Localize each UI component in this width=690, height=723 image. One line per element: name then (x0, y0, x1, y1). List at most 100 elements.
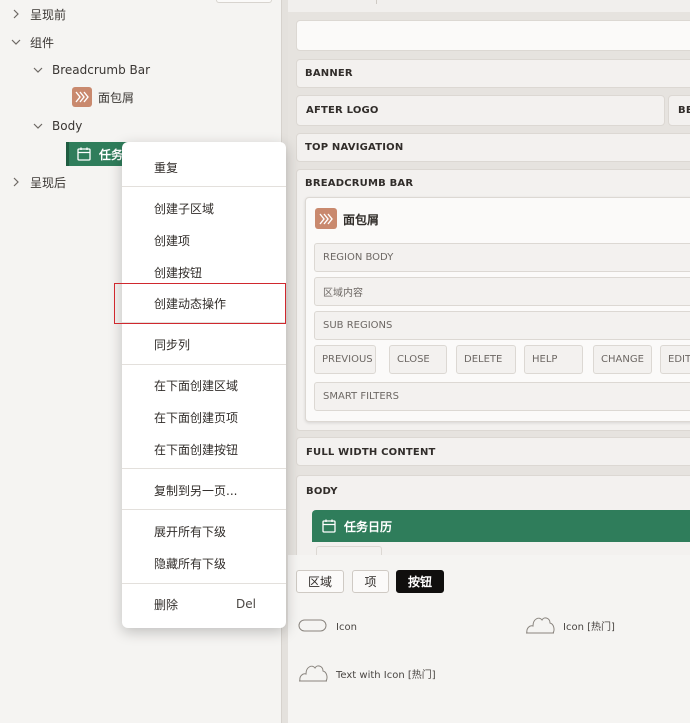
tree-node-label: Breadcrumb Bar (52, 63, 151, 77)
tree-node-label: 面包屑 (98, 90, 135, 105)
slot-label: REGION BODY (323, 252, 394, 263)
menu-item-label: 创建子区域 (154, 201, 215, 216)
slot-label: CLOSE (397, 354, 430, 365)
menu-item-label: 删除 (154, 597, 179, 612)
region-content-slot[interactable]: 区域内容 (314, 277, 690, 306)
slot-label: EDIT (668, 354, 690, 365)
region-banner[interactable]: BANNER (296, 59, 690, 88)
region-full-width-content[interactable]: FULL WIDTH CONTENT (296, 437, 690, 466)
tree-node-label: 呈现前 (30, 7, 67, 22)
button-slot-change[interactable]: CHANGE (593, 345, 652, 374)
region-title: BREADCRUMB BAR (305, 178, 414, 189)
tree-node-breadcrumb-region[interactable]: 面包屑 (72, 86, 134, 108)
canvas-top-bar[interactable] (296, 20, 690, 51)
region-before-navigation[interactable]: BEF (668, 95, 690, 126)
menu-item-create-page-item-below[interactable]: 在下面创建页项 (122, 402, 286, 432)
menu-item-delete[interactable]: 删除 Del (122, 589, 286, 619)
menu-divider (122, 186, 286, 187)
task-calendar-slot[interactable] (316, 546, 382, 555)
button-slot-help[interactable]: HELP (524, 345, 583, 374)
menu-divider (122, 364, 286, 365)
calendar-icon (75, 145, 93, 163)
menu-item-label: 隐藏所有下级 (154, 556, 227, 571)
menu-item-label: 同步列 (154, 337, 191, 352)
smart-filters-slot[interactable]: SMART FILTERS (314, 382, 690, 411)
tree-node-breadcrumb-bar[interactable]: Breadcrumb Bar (32, 59, 150, 81)
menu-item-copy-to-another-page[interactable]: 复制到另一页... (122, 475, 286, 505)
region-title: BEF (678, 105, 690, 116)
slot-label: SMART FILTERS (323, 391, 399, 402)
tree-node-label: 呈现后 (30, 175, 67, 190)
tree-node-label: Body (52, 119, 83, 133)
tab-label: 按钮 (407, 575, 432, 589)
slot-label: 区域内容 (323, 288, 363, 299)
context-menu: 重复 创建子区域 创建项 创建按钮 创建动态操作 同步列 在下面创建区域 在下面… (122, 142, 286, 628)
chevron-down-icon[interactable] (32, 120, 44, 132)
menu-item-create-sub-region[interactable]: 创建子区域 (122, 193, 286, 223)
tree-node-components[interactable]: 组件 (10, 31, 54, 53)
button-slot-previous[interactable]: PREVIOUS (314, 345, 376, 374)
menu-item-label: 在下面创建按钮 (154, 442, 239, 457)
menu-item-label: 展开所有下级 (154, 524, 227, 539)
task-calendar-region[interactable]: 任务日历 (312, 510, 690, 542)
menu-item-create-item[interactable]: 创建项 (122, 225, 286, 255)
region-card-title: 面包屑 (343, 213, 380, 227)
chevron-down-icon[interactable] (10, 36, 22, 48)
sub-regions-slot[interactable]: SUB REGIONS (314, 311, 690, 340)
menu-item-create-region-below[interactable]: 在下面创建区域 (122, 370, 286, 400)
breadcrumb-icon (315, 208, 337, 229)
menu-item-label: 复制到另一页... (154, 483, 238, 498)
region-after-logo[interactable]: AFTER LOGO (296, 95, 665, 126)
menu-divider (122, 583, 286, 584)
region-card-title: 任务日历 (344, 519, 393, 534)
highlight-annotation-box (114, 283, 286, 324)
region-title: TOP NAVIGATION (305, 142, 404, 153)
chevron-right-icon[interactable] (10, 8, 22, 20)
region-title: AFTER LOGO (306, 105, 379, 116)
menu-item-label: 重复 (154, 160, 179, 175)
gallery-item-text-with-icon-hot[interactable]: Text with Icon [热门] (298, 661, 436, 686)
tree-node-post-rendering[interactable]: 呈现后 (10, 171, 66, 193)
chevron-down-icon[interactable] (32, 64, 44, 76)
slot-label: CHANGE (601, 354, 644, 365)
tab-items[interactable]: 项 (352, 570, 389, 593)
menu-item-create-button-below[interactable]: 在下面创建按钮 (122, 434, 286, 464)
tab-regions[interactable]: 区域 (296, 570, 344, 593)
layout-canvas: BANNER AFTER LOGO BEF TOP NAVIGATION BRE… (288, 0, 690, 555)
tab-label: 项 (364, 575, 377, 589)
cloud-button-icon (524, 613, 556, 638)
tab-label: 区域 (307, 575, 332, 589)
gallery-item-label: Icon [热门] (563, 622, 615, 633)
gallery-item-icon-hot[interactable]: Icon [热门] (524, 613, 615, 638)
menu-item-duplicate[interactable]: 重复 (122, 152, 286, 182)
tab-buttons[interactable]: 按钮 (396, 570, 444, 593)
menu-item-label: 在下面创建区域 (154, 378, 239, 393)
gallery-item-label: Text with Icon [热门] (336, 670, 436, 681)
region-top-navigation[interactable]: TOP NAVIGATION (296, 133, 690, 162)
button-slot-edit[interactable]: EDIT (660, 345, 690, 374)
chevron-right-icon[interactable] (10, 176, 22, 188)
menu-item-expand-all-below[interactable]: 展开所有下级 (122, 516, 286, 546)
menu-item-collapse-all-below[interactable]: 隐藏所有下级 (122, 548, 286, 578)
region-title: BODY (306, 486, 338, 497)
canvas-header (288, 0, 690, 12)
menu-item-synchronize-columns[interactable]: 同步列 (122, 329, 286, 359)
tree-node-label: 任务 (99, 147, 124, 162)
menu-item-label: 创建按钮 (154, 265, 203, 280)
tree-node-pre-rendering[interactable]: 呈现前 (10, 3, 66, 25)
cloud-button-icon (298, 661, 328, 686)
gallery-item-label: Icon (336, 622, 357, 633)
menu-divider (122, 509, 286, 510)
menu-item-label: 在下面创建页项 (154, 410, 239, 425)
region-title: FULL WIDTH CONTENT (306, 447, 436, 458)
pill-button-icon (298, 619, 328, 636)
menu-item-shortcut: Del (236, 597, 256, 611)
tree-toolbar-edge (216, 0, 272, 3)
menu-item-label: 创建项 (154, 233, 191, 248)
button-slot-close[interactable]: CLOSE (389, 345, 447, 374)
region-title: BANNER (305, 68, 353, 79)
gallery-item-icon[interactable]: Icon (298, 619, 357, 636)
tree-node-body[interactable]: Body (32, 115, 82, 137)
button-slot-delete[interactable]: DELETE (456, 345, 516, 374)
region-body-slot[interactable]: REGION BODY (314, 243, 690, 272)
